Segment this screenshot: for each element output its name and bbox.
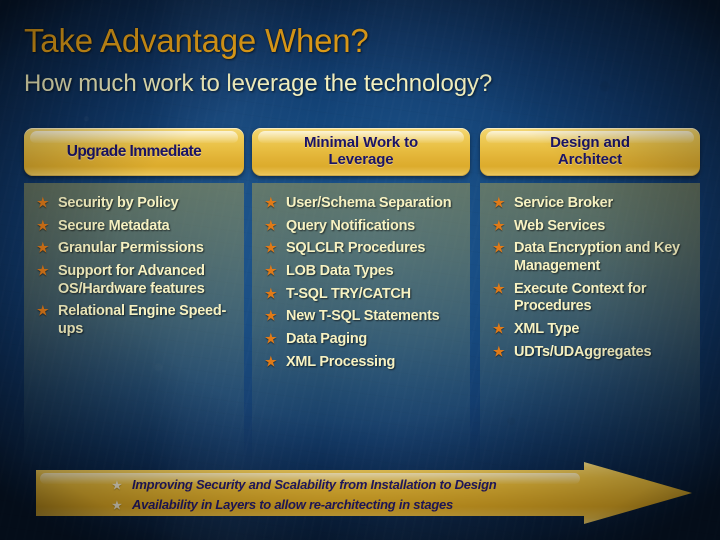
list-item-label: T-SQL TRY/CATCH [286, 285, 411, 302]
list-item: ★ Relational Engine Speed-ups [28, 303, 240, 338]
list-item-label: Service Broker [514, 195, 613, 211]
star-bullet-icon: ★ [265, 353, 277, 369]
list-item: ★ Secure Metadata [28, 218, 240, 236]
list-item-label: LOB Data Types [286, 263, 394, 280]
list-item: ★ Granular Permissions [28, 240, 240, 258]
list-item: ★ Security by Policy [28, 195, 240, 213]
list-item-label: New T-SQL Statements [286, 308, 440, 325]
list-item-label: Improving Security and Scalability from … [132, 477, 497, 492]
list-item: ★ User/Schema Separation [256, 195, 466, 213]
list-item: ★ Execute Context for Procedures [484, 281, 696, 316]
list-item-label: Availability in Layers to allow re-archi… [132, 496, 453, 512]
column-header-box: Minimal Work to Leverage [252, 128, 470, 176]
list-item: ★ Data Paging [256, 331, 466, 349]
column-body: ★ Service Broker ★ Web Services ★ Data Encr… [480, 183, 700, 468]
star-bullet-icon: ★ [265, 308, 277, 324]
star-bullet-icon: ★ [37, 240, 49, 256]
list-item: ★ Query Notifications [256, 218, 466, 236]
list-item: ★ LOB Data Types [256, 263, 466, 281]
slide-title: Take Advantage When? [24, 22, 369, 59]
list-item: ★ SQLCLR Procedures [256, 240, 466, 258]
star-bullet-icon: ★ [493, 321, 505, 337]
bullet-list: ★ Service Broker ★ Web Services ★ Data Encr… [484, 195, 696, 362]
bullet-list: ★ User/Schema Separation ★ Query Notificat… [256, 195, 466, 372]
slide-canvas: Take Advantage When? How much work to le… [0, 0, 720, 540]
slide-subtitle: How much work to leverage the technology… [24, 70, 493, 97]
bullet-list: ★ Security by Policy ★ Secure Metadata ★ Gr… [28, 195, 240, 339]
column-minimal-work-to-leverage: Minimal Work to Leverage ★ User/Schema Se… [252, 128, 470, 468]
star-bullet-icon: ★ [265, 217, 277, 233]
column-header-label: Upgrade Immediate [66, 143, 202, 161]
star-bullet-icon: ★ [493, 343, 505, 359]
list-item: ★ XML Type [484, 321, 696, 339]
list-item-label: Support for Advanced OS/Hardware feature… [58, 263, 205, 297]
column-design-and-architect: Design and Architect ★ Service Broker ★ We… [480, 128, 700, 468]
list-item-label: Data Paging [286, 331, 368, 348]
star-bullet-icon: ★ [493, 195, 505, 210]
star-bullet-icon: ★ [37, 217, 49, 233]
star-bullet-icon: ★ [265, 331, 277, 347]
list-item-label: XML Processing [286, 353, 396, 370]
star-bullet-icon: ★ [265, 285, 277, 301]
list-item: ★ New T-SQL Statements [256, 308, 466, 326]
list-item-label: SQLCLR Procedures [286, 240, 426, 257]
list-item-label: Data Encryption and Key Management [514, 240, 680, 275]
star-bullet-icon: ★ [112, 499, 122, 512]
list-item: ★ Availability in Layers to allow re-arch… [108, 495, 578, 515]
star-bullet-icon: ★ [112, 480, 122, 492]
list-item-label: Web Services [514, 217, 606, 234]
list-item: ★ Improving Security and Scalability from… [108, 475, 578, 495]
list-item-label: Granular Permissions [58, 240, 204, 257]
star-bullet-icon: ★ [493, 240, 505, 256]
list-item: ★ T-SQL TRY/CATCH [256, 286, 466, 304]
list-item: ★ Service Broker [484, 195, 696, 213]
list-item-label: Query Notifications [286, 217, 415, 234]
list-item: ★ XML Processing [256, 354, 466, 372]
star-bullet-icon: ★ [265, 195, 277, 210]
column-header-label: Minimal Work to Leverage [303, 134, 419, 168]
list-item-label: Secure Metadata [58, 217, 170, 234]
list-item: ★ Data Encryption and Key Management [484, 240, 696, 275]
column-header-box: Upgrade Immediate [24, 128, 244, 176]
star-bullet-icon: ★ [37, 263, 49, 279]
column-body: ★ User/Schema Separation ★ Query Notificat… [252, 183, 470, 468]
arrow-bullet-list: ★ Improving Security and Scalability from… [108, 475, 578, 515]
column-upgrade-immediate: Upgrade Immediate ★ Security by Policy ★ S… [24, 128, 244, 468]
star-bullet-icon: ★ [493, 217, 505, 233]
column-header-label: Design and Architect [550, 134, 630, 168]
list-item-label: User/Schema Separation [286, 195, 452, 211]
list-item: ★ Web Services [484, 218, 696, 236]
star-bullet-icon: ★ [37, 303, 49, 319]
list-item: ★ Support for Advanced OS/Hardware featur… [28, 263, 240, 298]
star-bullet-icon: ★ [493, 280, 505, 296]
list-item-label: Relational Engine Speed-ups [58, 303, 227, 338]
star-bullet-icon: ★ [265, 263, 277, 279]
list-item-label: UDTs/UDAggregates [514, 343, 652, 360]
list-item-label: XML Type [514, 321, 580, 338]
list-item: ★ UDTs/UDAggregates [484, 344, 696, 362]
summary-arrow-banner: ★ Improving Security and Scalability from… [36, 462, 692, 524]
column-body: ★ Security by Policy ★ Secure Metadata ★ Gr… [24, 183, 244, 468]
column-header-box: Design and Architect [480, 128, 700, 176]
list-item-label: Execute Context for Procedures [514, 280, 647, 315]
list-item-label: Security by Policy [58, 195, 179, 211]
star-bullet-icon: ★ [37, 195, 49, 210]
star-bullet-icon: ★ [265, 240, 277, 256]
